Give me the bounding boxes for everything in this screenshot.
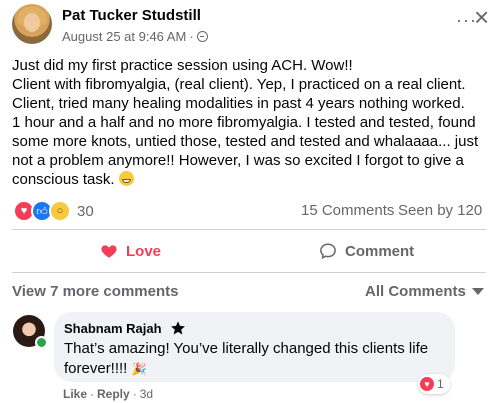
comment-author-row: Shabnam Rajah — [64, 320, 186, 336]
comment-filter-label: All Comments — [365, 283, 466, 300]
divider — [12, 272, 486, 273]
comment-filter-dropdown[interactable]: All Comments — [365, 283, 484, 300]
comment-line: That’s amazing! You’ve literally changed… — [64, 340, 429, 357]
post-line-last: conscious task. — [12, 170, 492, 189]
comment-line: forever!!!! — [64, 360, 132, 377]
reaction-count[interactable]: 30 — [77, 203, 94, 220]
post-line: 1 hour and a half and no more fibromyalg… — [12, 114, 476, 131]
comment-bubble: Shabnam Rajah That’s amazing! You’ve lit… — [54, 312, 455, 382]
comment-reaction-badge[interactable]: ♥ 1 — [418, 374, 450, 394]
post-line: Client, tried many healing modalities in… — [12, 95, 465, 112]
love-button[interactable]: Love — [100, 240, 161, 262]
comment-like-link[interactable]: Like — [63, 387, 87, 401]
heart-icon — [101, 245, 117, 258]
reactions-summary[interactable]: ♥ 👍︎ ○ 30 — [13, 200, 94, 222]
post-line: Client with fibromyalgia, (real client).… — [12, 76, 466, 93]
author-name[interactable]: Pat Tucker Studstill — [62, 7, 201, 24]
comment-reply-link[interactable]: Reply — [97, 387, 130, 401]
action-separator: · — [132, 387, 137, 401]
post-meta: August 25 at 9:46 AM · — [62, 29, 208, 44]
post-body: Just did my first practice session using… — [12, 56, 492, 189]
author-avatar[interactable] — [12, 4, 52, 44]
comment-actions: Like · Reply · 3d — [63, 387, 153, 401]
grinning-emoji-icon — [118, 171, 134, 186]
seen-by[interactable]: Seen by 120 — [398, 202, 482, 219]
post-line: Just did my first practice session using… — [12, 57, 353, 74]
star-badge-icon — [170, 321, 185, 335]
comment-button[interactable]: Comment — [319, 240, 414, 262]
divider — [12, 229, 486, 230]
post-date[interactable]: August 25 at 9:46 AM — [62, 29, 186, 44]
comment-reaction-count: 1 — [437, 377, 444, 391]
comment-line-2: forever!!!! 🎉 — [64, 359, 449, 379]
caret-down-icon — [471, 288, 484, 295]
comments-count[interactable]: 15 Comments — [301, 202, 394, 219]
love-reaction-icon: ♥ — [420, 377, 434, 391]
comment-author[interactable]: Shabnam Rajah — [64, 321, 162, 336]
post-card: Pat Tucker Studstill August 25 at 9:46 A… — [0, 0, 498, 403]
view-more-comments-link[interactable]: View 7 more comments — [12, 283, 178, 300]
wow-reaction-icon: ○ — [49, 200, 71, 222]
post-line: conscious task. — [12, 171, 115, 188]
post-line: some more knots, untied those, tested an… — [12, 133, 479, 150]
comment-icon — [320, 243, 336, 260]
comment-text: That’s amazing! You’ve literally changed… — [64, 339, 449, 379]
close-icon[interactable]: × — [474, 4, 489, 30]
party-popper-icon: 🎉 — [131, 362, 147, 376]
comment-time[interactable]: 3d — [140, 387, 153, 401]
action-separator: · — [90, 387, 95, 401]
comment-button-label: Comment — [345, 242, 415, 260]
online-status-icon — [35, 336, 48, 349]
commenter-avatar[interactable] — [13, 315, 48, 349]
post-line: not a problem anymore!! However, I was s… — [12, 152, 464, 169]
love-button-label: Love — [126, 242, 162, 260]
globe-icon — [196, 31, 208, 42]
meta-separator: · — [189, 29, 194, 44]
